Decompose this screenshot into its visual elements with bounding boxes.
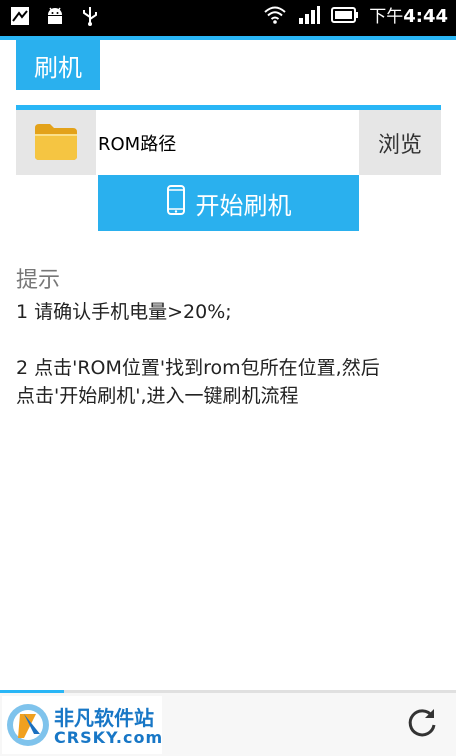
watermark-subtext: CRSKY.com (54, 728, 164, 747)
tab-flash[interactable]: 刷机 (16, 40, 100, 90)
android-debug-icon (44, 5, 66, 31)
rom-path-label: ROM路径 (98, 133, 177, 155)
rom-path-field[interactable]: ROM路径 (98, 110, 358, 175)
battery-icon (331, 6, 359, 28)
signal-icon (297, 5, 321, 29)
refresh-button[interactable] (402, 704, 442, 744)
bottom-bar: 非凡软件站 CRSKY.com (0, 690, 456, 756)
browse-button-label: 浏览 (377, 132, 422, 158)
bottom-tab-indicator (0, 690, 456, 693)
watermark-logo: 非凡软件站 CRSKY.com (2, 696, 162, 754)
browse-button[interactable]: 浏览 (359, 110, 441, 175)
status-bar: 下午4:44 (0, 0, 456, 36)
rom-path-row: ROM路径 浏览 (16, 110, 441, 175)
folder-button[interactable] (16, 110, 96, 175)
watermark-text: 非凡软件站 (54, 706, 154, 730)
tips-body: 1 请确认手机电量>20%; 2 点击'ROM位置'找到rom包所在位置,然后 … (16, 298, 446, 410)
phone-icon (166, 185, 186, 221)
tip-line-2-cont: 点击'开始刷机',进入一键刷机流程 (16, 385, 299, 407)
usb-icon (80, 5, 100, 31)
tip-line-1: 1 请确认手机电量>20%; (16, 301, 232, 323)
start-flash-button[interactable]: 开始刷机 (98, 175, 359, 231)
tip-line-2: 2 点击'ROM位置'找到rom包所在位置,然后 (16, 357, 380, 379)
start-flash-label: 开始刷机 (195, 191, 292, 220)
notification-icon (10, 6, 30, 30)
refresh-icon (405, 705, 439, 743)
clock: 下午4:44 (369, 6, 448, 27)
wifi-icon (263, 5, 287, 29)
tips-heading: 提示 (16, 268, 61, 293)
folder-icon (33, 120, 79, 166)
page-title: 刷机 (34, 53, 82, 82)
